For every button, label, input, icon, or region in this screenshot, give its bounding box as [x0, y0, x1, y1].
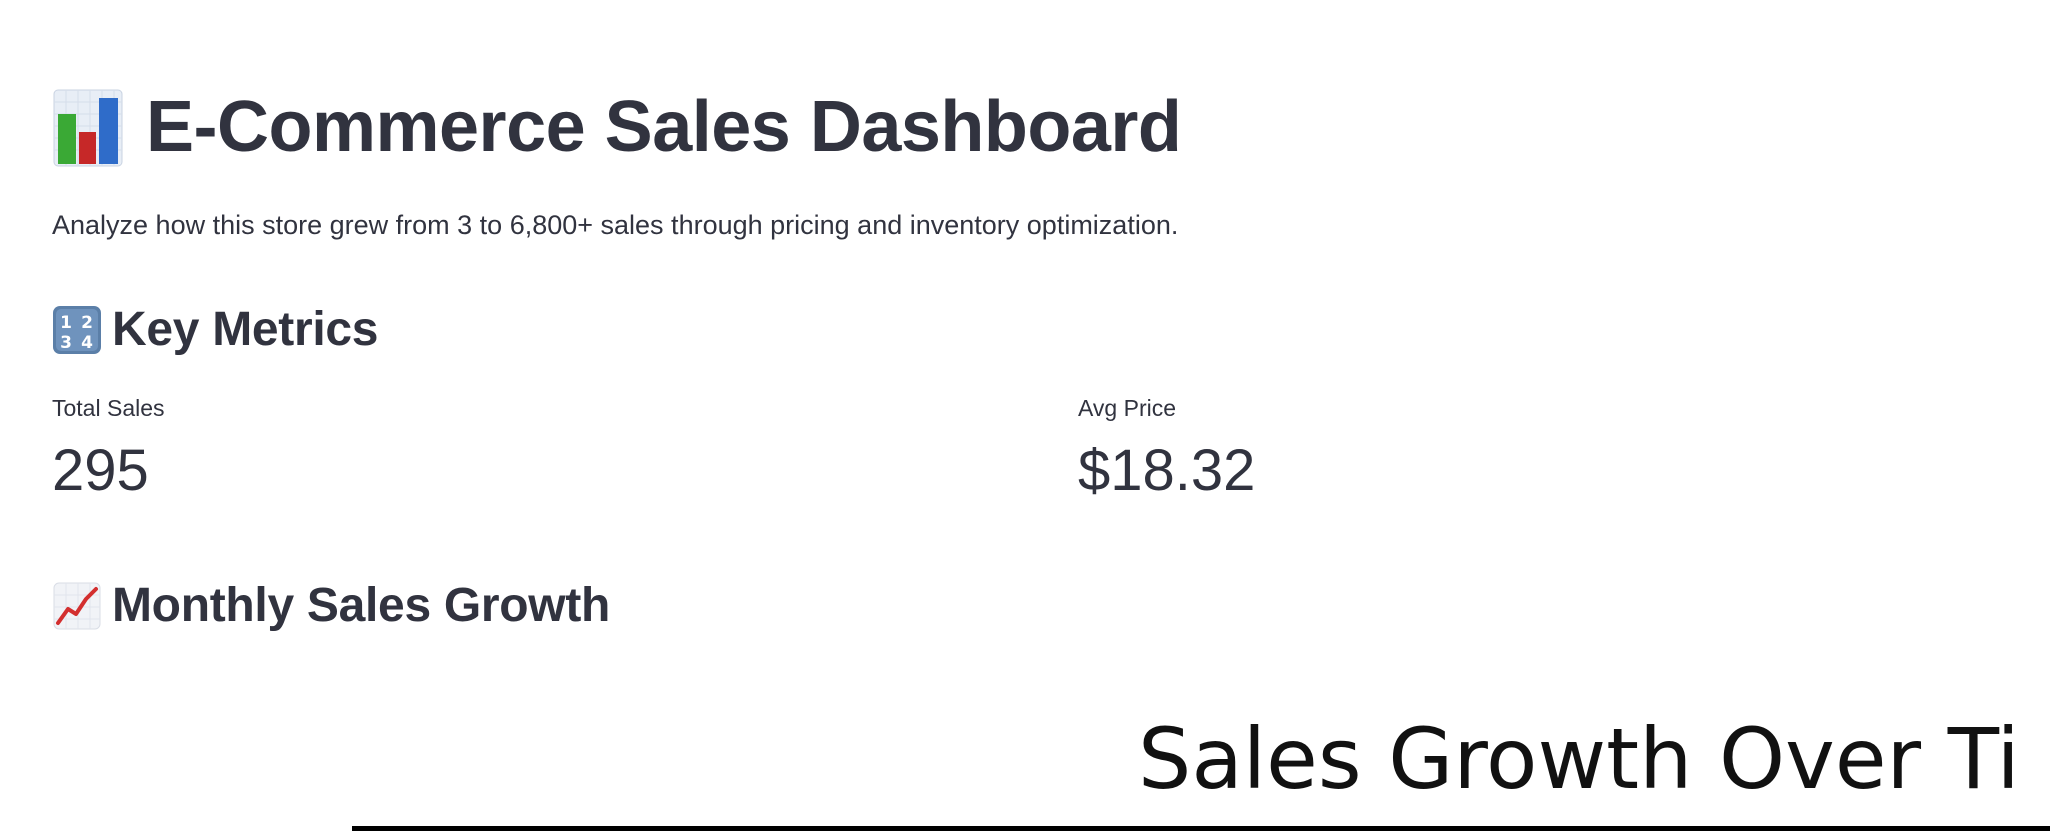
svg-text:3: 3	[60, 333, 72, 353]
monthly-growth-heading: Monthly Sales Growth	[112, 579, 611, 632]
chart-title: Sales Growth Over Ti	[1138, 710, 2020, 808]
monthly-growth-header: Monthly Sales Growth	[52, 578, 610, 633]
metric-label: Total Sales	[52, 395, 165, 421]
svg-text:1: 1	[60, 313, 72, 333]
metric-label: Avg Price	[1078, 395, 1177, 421]
chart-frame-top	[352, 826, 2050, 831]
chart-increasing-icon	[52, 581, 102, 631]
numbers-icon: 1 2 3 4	[52, 305, 102, 355]
metric-total-sales: Total Sales 295	[52, 395, 165, 500]
key-metrics-heading: Key Metrics	[112, 303, 379, 356]
metric-avg-price: Avg Price $18.32	[1078, 395, 1255, 500]
svg-text:2: 2	[81, 313, 93, 333]
metric-value: $18.32	[1078, 438, 1256, 503]
page-title: E-Commerce Sales Dashboard	[146, 87, 1182, 167]
page-title-row: E-Commerce Sales Dashboard	[52, 82, 1182, 172]
sales-growth-chart: Sales Growth Over Ti	[300, 690, 2050, 834]
page-subtitle: Analyze how this store grew from 3 to 6,…	[52, 210, 1179, 240]
key-metrics-header: 1 2 3 4 Key Metrics	[52, 302, 378, 357]
metric-value: 295	[52, 438, 149, 503]
bar-chart-icon	[52, 86, 124, 168]
svg-text:4: 4	[81, 333, 93, 353]
